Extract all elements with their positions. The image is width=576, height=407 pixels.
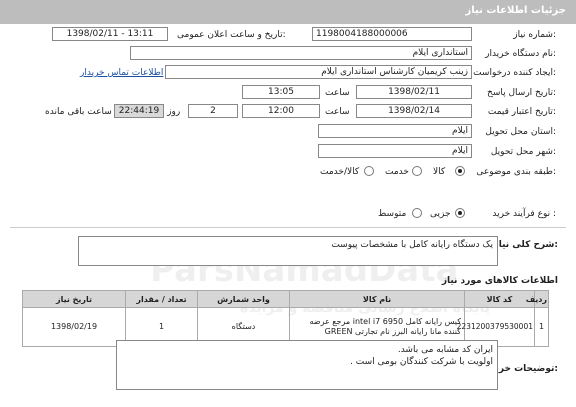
- province-label: استان محل تحویل:: [485, 127, 556, 137]
- category-both-label: کالا/خدمت: [320, 167, 360, 177]
- remaining-days-field: 2: [188, 104, 238, 118]
- price-validity-time-field: 12:00: [242, 104, 320, 118]
- announce-field: 1398/02/11 - 13:11: [52, 27, 168, 41]
- col-date-header: تاریخ نیاز: [22, 290, 126, 308]
- section-divider: [10, 227, 566, 228]
- summary-text: یک دستگاه رایانه کامل با مشخصات پیوست: [331, 240, 493, 250]
- process-minor-radio[interactable]: [455, 208, 465, 218]
- price-validity-date-field: 1398/02/14: [356, 104, 472, 118]
- cell-row: 1: [534, 307, 549, 347]
- process-medium-label: متوسط: [378, 209, 407, 219]
- remaining-time-field: 22:44:19: [114, 104, 164, 118]
- remaining-time-label: ساعت باقی مانده: [45, 107, 112, 117]
- response-deadline-label: تاریخ ارسال پاسخ:: [487, 88, 556, 98]
- notes-panel: ایران کد مشابه می باشد. اولویت با شرکت ک…: [116, 340, 498, 390]
- buyer-org-label: نام دستگاه خریدار:: [485, 49, 556, 59]
- category-goods-radio[interactable]: [455, 166, 465, 176]
- category-service-radio[interactable]: [412, 166, 422, 176]
- creator-field: زینب کریمیان کارشناس استانداری ایلام: [165, 65, 472, 79]
- category-both-radio[interactable]: [364, 166, 374, 176]
- page-header: جزئیات اطلاعات نیاز: [0, 0, 576, 24]
- cell-date: 1398/02/19: [22, 307, 126, 347]
- city-label: شهر محل تحویل:: [490, 147, 556, 157]
- announce-label: تاریخ و ساعت اعلان عمومی:: [177, 30, 286, 40]
- col-row-header: ردیف: [526, 290, 549, 308]
- creator-label: ایجاد کننده درخواست:: [473, 68, 556, 78]
- response-date-field: 1398/02/11: [356, 85, 472, 99]
- summary-panel: یک دستگاه رایانه کامل با مشخصات پیوست: [78, 236, 498, 266]
- notes-line-1: ایران کد مشابه می باشد.: [397, 345, 493, 355]
- col-code-header: کد کالا: [464, 290, 535, 308]
- col-qty-header: تعداد / مقدار: [125, 290, 198, 308]
- need-number-field: 1198004188000006: [312, 27, 472, 41]
- goods-section-title: اطلاعات کالاهای مورد نیاز: [441, 276, 558, 286]
- col-name-header: نام کالا: [289, 290, 465, 308]
- price-validity-label: تاریخ اعتبار قیمت:: [487, 107, 556, 117]
- notes-line-2: اولویت با شرکت کنندگان بومی است .: [350, 357, 493, 367]
- buyer-org-field: استانداری ایلام: [130, 46, 472, 60]
- process-minor-label: جزیی: [430, 209, 451, 219]
- category-goods-label: کالا: [433, 167, 446, 177]
- category-service-label: خدمت: [385, 167, 409, 177]
- need-number-label: شماره نیاز:: [513, 30, 556, 40]
- response-time-field: 13:05: [242, 85, 320, 99]
- col-unit-header: واحد شمارش: [197, 290, 290, 308]
- province-field: ایلام: [318, 124, 472, 138]
- goods-header-row: ردیف کد کالا نام کالا واحد شمارش تعداد /…: [22, 290, 549, 308]
- city-field: ایلام: [318, 144, 472, 158]
- summary-label: شرح کلی نیاز:: [493, 240, 558, 250]
- page-title: جزئیات اطلاعات نیاز: [465, 5, 566, 16]
- goods-table: ردیف کد کالا نام کالا واحد شمارش تعداد /…: [22, 290, 549, 347]
- process-medium-radio[interactable]: [412, 208, 422, 218]
- price-validity-time-label: ساعت: [325, 107, 350, 117]
- process-label: نوع فرآیند خرید :: [492, 209, 556, 219]
- category-label: طبقه بندی موضوعی:: [476, 167, 556, 177]
- response-time-label: ساعت: [325, 88, 350, 98]
- contact-info-link[interactable]: اطلاعات تماس خریدار: [80, 68, 163, 78]
